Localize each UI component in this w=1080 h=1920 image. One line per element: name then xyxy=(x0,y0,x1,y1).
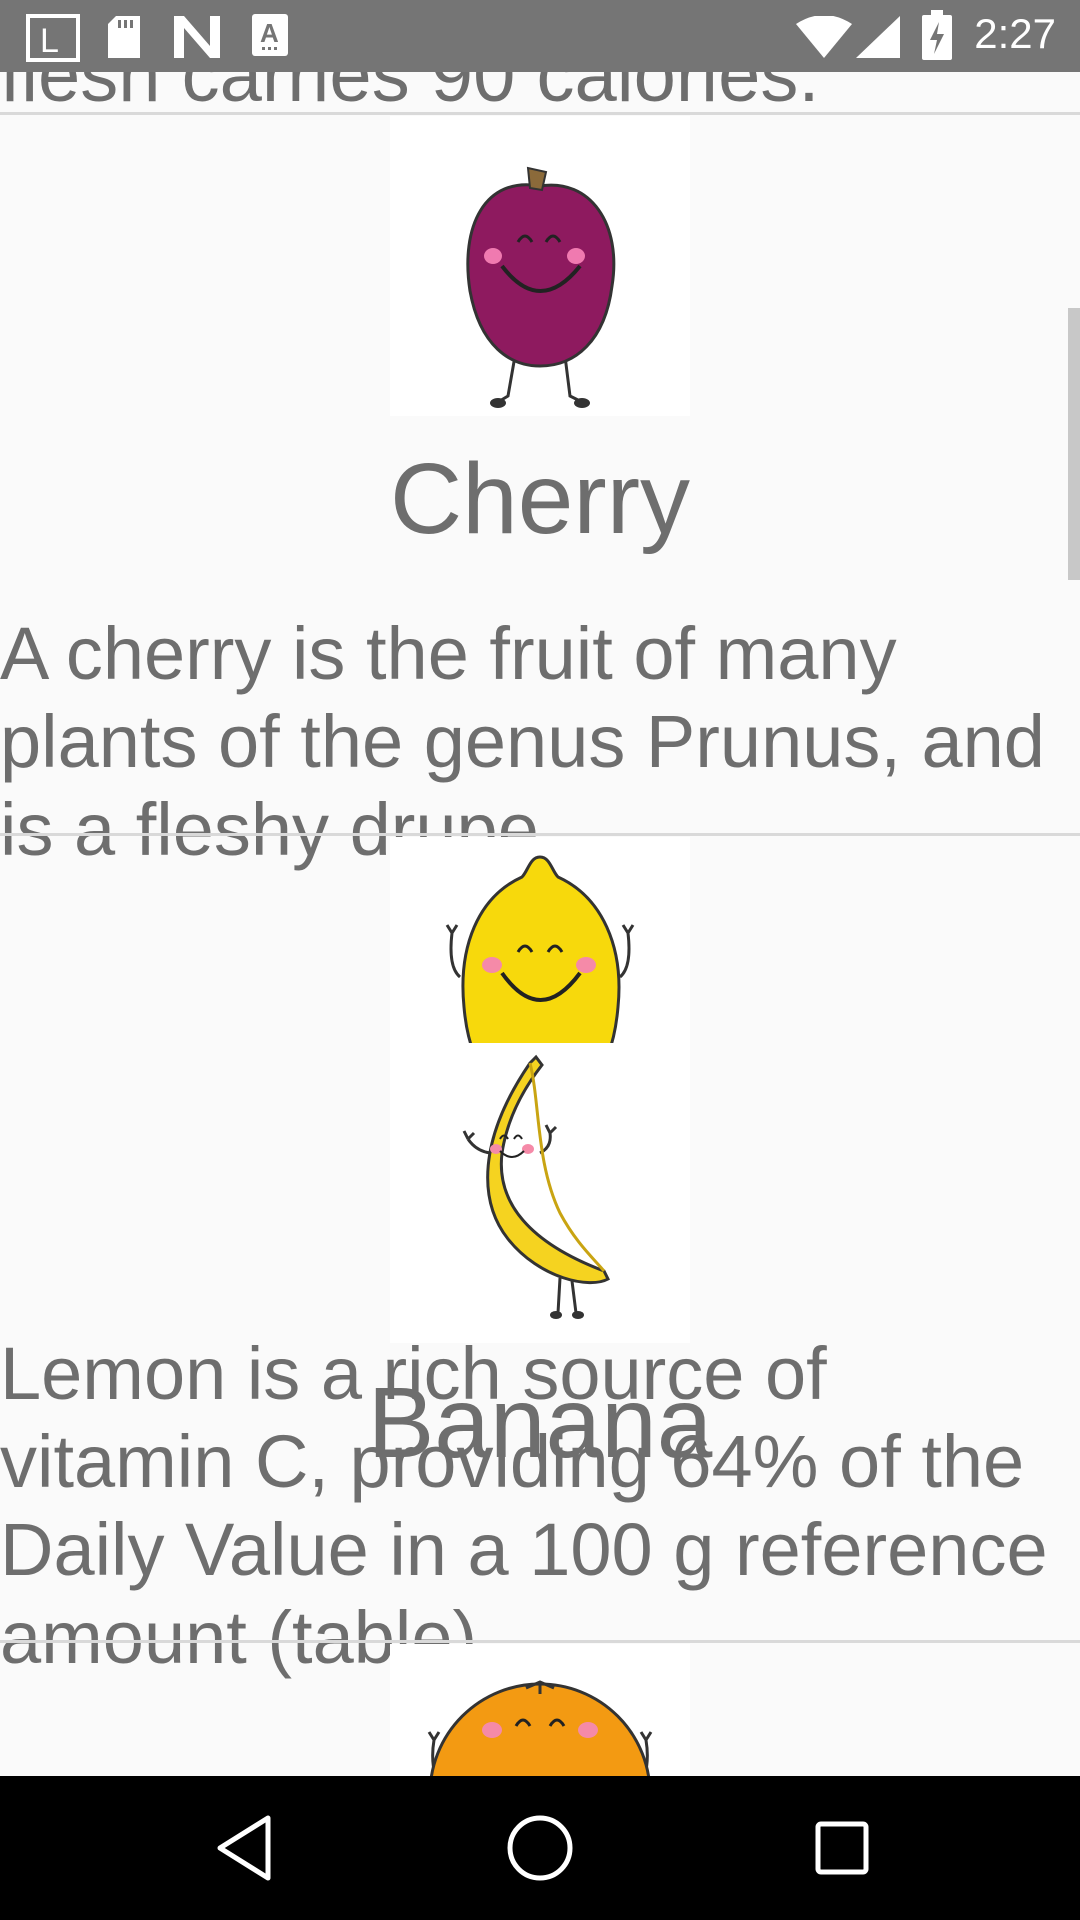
item-title: Cherry xyxy=(389,443,691,555)
svg-text:L: L xyxy=(40,22,59,60)
fruit-list[interactable]: flesh carries 90 calories. Cherry A cher… xyxy=(0,72,1080,1776)
battery-charging-icon xyxy=(922,10,952,60)
scrollbar[interactable] xyxy=(1068,308,1080,580)
back-icon[interactable] xyxy=(210,1812,280,1884)
clock: 2:27 xyxy=(974,10,1056,57)
status-bar: L A 2:27 xyxy=(0,0,1080,72)
divider xyxy=(0,833,1080,836)
keyboard-a-icon: A xyxy=(252,14,288,56)
orange-icon xyxy=(427,1680,653,1776)
svg-text:A: A xyxy=(260,18,279,48)
home-icon[interactable] xyxy=(504,1812,576,1884)
item-title: Banana xyxy=(367,1367,713,1479)
banana-image xyxy=(390,1043,690,1343)
cherry-icon xyxy=(466,166,616,408)
divider xyxy=(0,1640,1080,1643)
orange-image xyxy=(390,1644,690,1776)
cherry-image xyxy=(390,116,690,416)
n-app-icon xyxy=(174,16,220,58)
banana-icon xyxy=(462,1054,610,1319)
launcher-l-icon: L xyxy=(26,14,80,62)
divider xyxy=(0,112,1080,115)
sd-card-icon xyxy=(108,16,140,58)
navigation-bar xyxy=(0,1776,1080,1920)
wifi-icon xyxy=(796,16,852,58)
recents-icon[interactable] xyxy=(806,1812,878,1884)
cell-signal-icon xyxy=(856,16,900,58)
